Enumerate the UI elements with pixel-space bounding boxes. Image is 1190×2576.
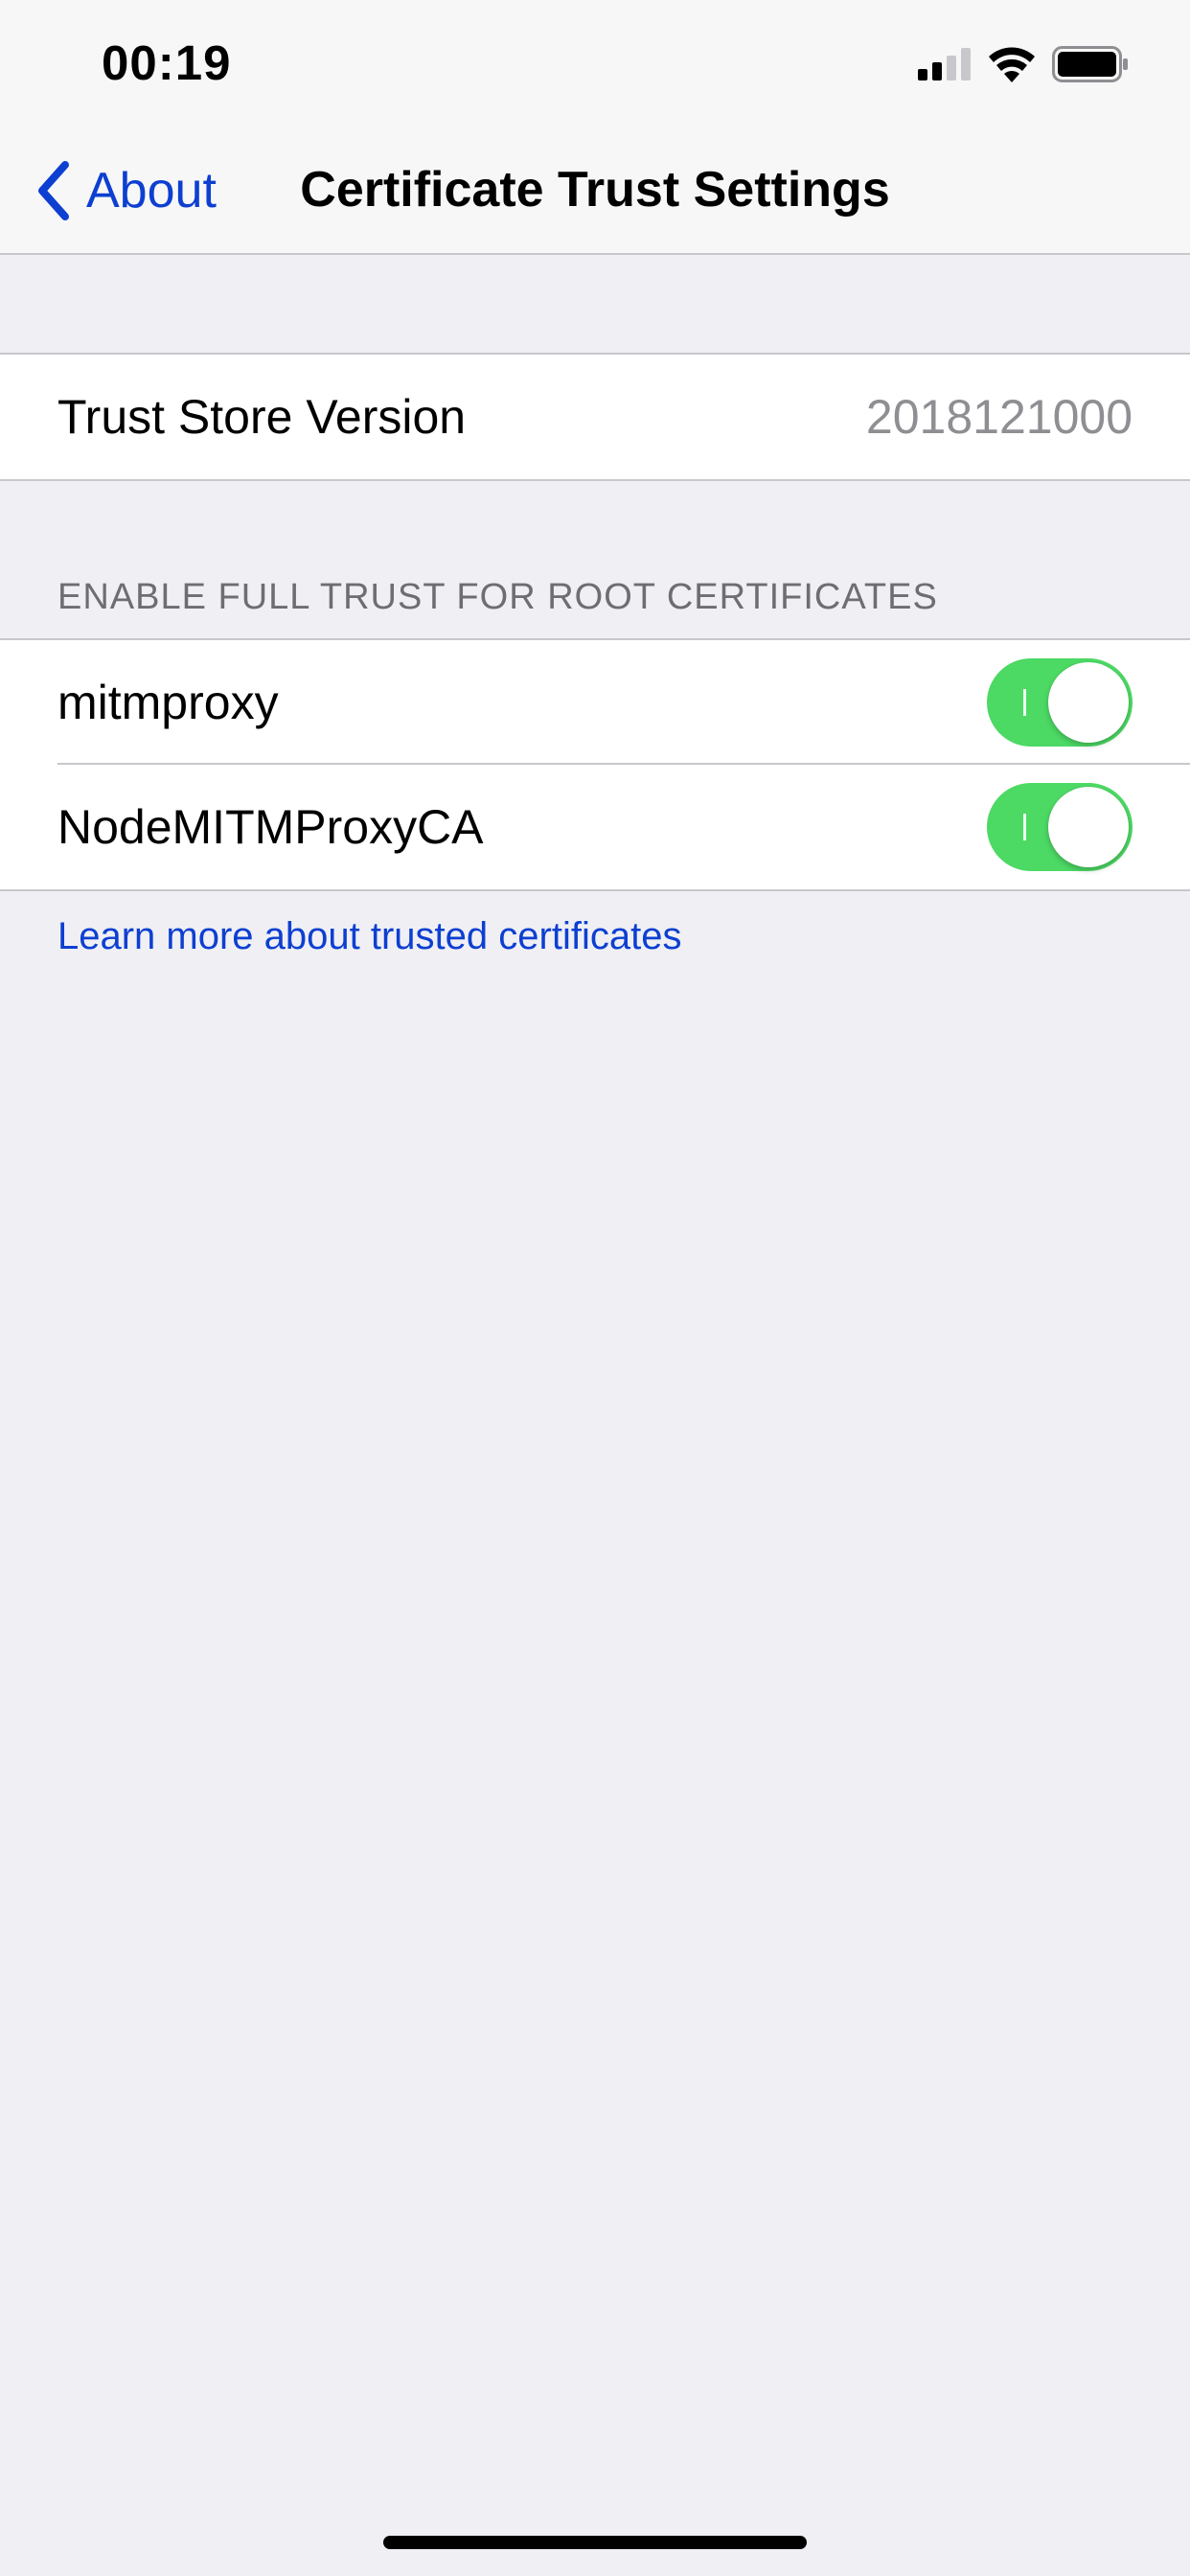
trust-toggle-nodemitmproxyca[interactable] xyxy=(987,783,1133,871)
certificate-label: mitmproxy xyxy=(57,676,279,729)
toggle-knob xyxy=(1048,662,1129,743)
wifi-icon xyxy=(989,47,1035,82)
status-time: 00:19 xyxy=(102,35,232,90)
battery-icon xyxy=(1052,46,1128,82)
home-indicator[interactable] xyxy=(383,2536,807,2549)
trust-toggle-mitmproxy[interactable] xyxy=(987,658,1133,747)
cellular-signal-icon xyxy=(918,48,971,80)
section-header: ENABLE FULL TRUST FOR ROOT CERTIFICATES xyxy=(57,577,938,617)
navigation-bar: About Certificate Trust Settings xyxy=(0,126,1190,255)
trust-store-version-label: Trust Store Version xyxy=(57,390,467,444)
certificate-row-mitmproxy: mitmproxy xyxy=(0,640,1190,765)
certificate-row-nodemitmproxyca: NodeMITMProxyCA xyxy=(0,765,1190,889)
trust-store-version-row: Trust Store Version 2018121000 xyxy=(0,355,1190,479)
status-bar: 00:19 xyxy=(0,0,1190,126)
learn-more-link[interactable]: Learn more about trusted certificates xyxy=(57,915,681,958)
trust-store-version-value: 2018121000 xyxy=(865,390,1133,444)
page-title-text: Certificate Trust Settings xyxy=(300,162,890,218)
toggle-on-indicator xyxy=(1023,814,1026,840)
root-certificates-group: mitmproxy NodeMITMProxyCA xyxy=(0,638,1190,891)
page-title: Certificate Trust Settings xyxy=(0,161,1190,218)
toggle-knob xyxy=(1048,787,1129,867)
certificate-label: NodeMITMProxyCA xyxy=(57,800,484,854)
trust-store-group: Trust Store Version 2018121000 xyxy=(0,353,1190,481)
toggle-on-indicator xyxy=(1023,689,1026,716)
